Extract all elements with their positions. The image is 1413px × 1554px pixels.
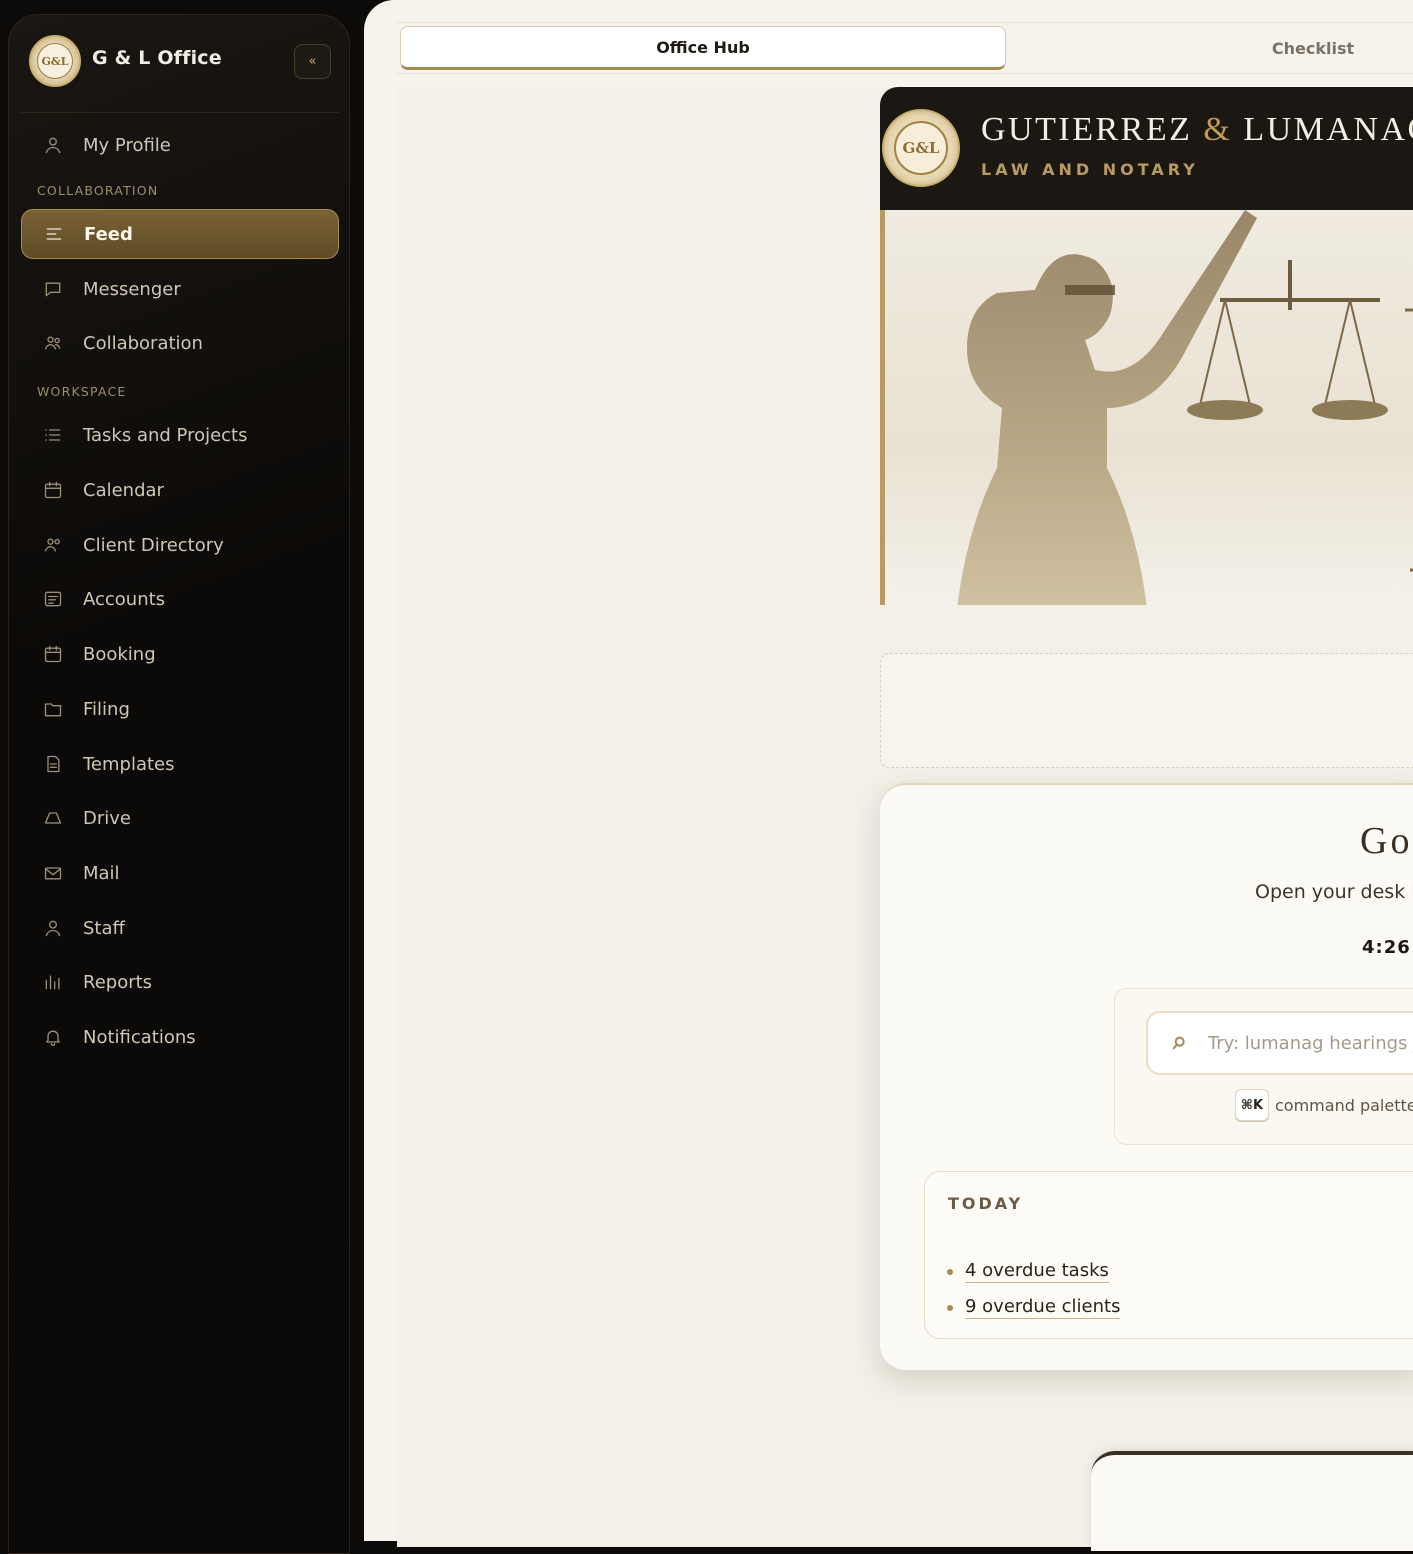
search-input[interactable] (1205, 1031, 1413, 1055)
greeting-heading: Go (1360, 820, 1413, 862)
search-panel: ⌘K command palette (1114, 988, 1413, 1145)
list-icon (41, 423, 65, 447)
firm-title-left: GUTIERREZ (981, 111, 1193, 148)
sidebar-item-accounts[interactable]: Accounts (21, 574, 339, 624)
staff-user-icon (41, 916, 65, 940)
bar-chart-icon (41, 970, 65, 994)
sidebar-item-reports[interactable]: Reports (21, 957, 339, 1007)
brand-header: G&L G & L Office « (21, 27, 339, 113)
sidebar-item-messenger[interactable]: Messenger (21, 264, 339, 314)
welcome-card: Go Open your desk b 4:26 P ⌘K command pa… (880, 783, 1413, 1370)
sidebar-item-label: Filing (83, 698, 130, 720)
tab-office-hub[interactable]: Office Hub (400, 26, 1006, 70)
sidebar-item-label: Templates (83, 753, 175, 775)
list-item: 4 overdue tasks (947, 1260, 1109, 1283)
tab-checklist[interactable]: Checklist (1257, 26, 1369, 70)
search-icon (1170, 1034, 1188, 1052)
search-field[interactable] (1146, 1011, 1413, 1075)
chat-bubble-icon (41, 277, 65, 301)
sidebar-item-label: Collaboration (83, 332, 203, 354)
sidebar-item-my-profile[interactable]: My Profile (21, 120, 339, 170)
sidebar-item-booking[interactable]: Booking (21, 629, 339, 679)
users-icon (41, 331, 65, 355)
sidebar-item-label: Feed (84, 223, 133, 245)
ledger-icon (41, 587, 65, 611)
sidebar-item-feed[interactable]: Feed (21, 209, 339, 259)
sidebar-item-drive[interactable]: Drive (21, 793, 339, 843)
sidebar-item-calendar[interactable]: Calendar (21, 465, 339, 515)
sidebar-item-label: My Profile (83, 134, 171, 156)
sidebar-item-mail[interactable]: Mail (21, 848, 339, 898)
clients-icon (41, 533, 65, 557)
section-label-workspace: WORKSPACE (37, 384, 127, 399)
sidebar-item-label: Reports (83, 971, 153, 993)
overdue-clients-link[interactable]: 9 overdue clients (965, 1296, 1121, 1319)
folder-icon (41, 697, 65, 721)
firm-seal: G&L (882, 109, 960, 187)
main-panel: Office Hub Checklist G&L GUTIERREZ & LUM… (364, 0, 1413, 1551)
lady-justice-image (880, 210, 1413, 605)
sidebar-item-label: Client Directory (83, 534, 224, 556)
calendar-icon (41, 478, 65, 502)
sidebar-item-label: Messenger (83, 278, 181, 300)
sidebar-item-tasks[interactable]: Tasks and Projects (21, 410, 339, 460)
firm-title-amp: & (1203, 111, 1233, 148)
greeting-subline: Open your desk b (1255, 881, 1413, 903)
lady-justice-illustration (957, 210, 1413, 605)
tab-bar: Office Hub Checklist (397, 22, 1413, 74)
firm-title: GUTIERREZ & LUMANAG (981, 111, 1413, 149)
empty-slot (880, 653, 1413, 768)
sidebar-item-collaboration[interactable]: Collaboration (21, 318, 339, 368)
sidebar-item-label: Staff (83, 917, 125, 939)
list-item: 9 overdue clients (947, 1296, 1121, 1319)
keyboard-shortcut-key: ⌘K (1235, 1089, 1269, 1121)
today-panel: TODAY 4 overdue tasks 9 overdue clients (924, 1171, 1413, 1339)
bullet-dot (947, 1304, 953, 1311)
bell-icon (41, 1025, 65, 1049)
feed-lines-icon (42, 222, 66, 246)
sidebar-item-label: Accounts (83, 588, 166, 610)
bullet-dot (947, 1268, 953, 1275)
clock-readout: 4:26 P (1362, 937, 1413, 958)
shortcut-hint: ⌘K command palette (1235, 1089, 1413, 1121)
booking-calendar-icon (41, 642, 65, 666)
mail-icon (41, 861, 65, 885)
sidebar-item-staff[interactable]: Staff (21, 903, 339, 953)
firm-logo: G&L (29, 35, 81, 87)
today-heading: TODAY (948, 1194, 1024, 1213)
sidebar-item-notifications[interactable]: Notifications (21, 1012, 339, 1062)
brand-name: G & L Office (92, 47, 222, 69)
firm-title-right: LUMANAG (1243, 111, 1413, 148)
sidebar-item-label: Notifications (83, 1026, 196, 1048)
overdue-tasks-link[interactable]: 4 overdue tasks (965, 1260, 1109, 1283)
document-icon (41, 752, 65, 776)
sidebar-item-client-directory[interactable]: Client Directory (21, 520, 339, 570)
next-card (1091, 1451, 1413, 1551)
shortcut-label: command palette (1275, 1095, 1413, 1115)
sidebar-item-label: Tasks and Projects (83, 424, 248, 446)
drive-icon (41, 806, 65, 830)
seal-monogram: G&L (894, 121, 948, 175)
sidebar-item-label: Calendar (83, 479, 164, 501)
sidebar-item-label: Drive (83, 807, 131, 829)
user-icon (41, 133, 65, 157)
sidebar-item-label: Booking (83, 643, 156, 665)
collapse-sidebar-button[interactable]: « (294, 44, 331, 79)
section-label-collaboration: COLLABORATION (37, 183, 159, 198)
sidebar-item-templates[interactable]: Templates (21, 739, 339, 789)
firm-subtitle: LAW AND NOTARY (981, 160, 1199, 179)
logo-monogram: G&L (37, 43, 73, 79)
sidebar-item-filing[interactable]: Filing (21, 684, 339, 734)
sidebar-item-label: Mail (83, 862, 120, 884)
firm-banner: G&L GUTIERREZ & LUMANAG LAW AND NOTARY (880, 87, 1413, 210)
sidebar: G&L G & L Office « My Profile COLLABORAT… (8, 14, 350, 1554)
